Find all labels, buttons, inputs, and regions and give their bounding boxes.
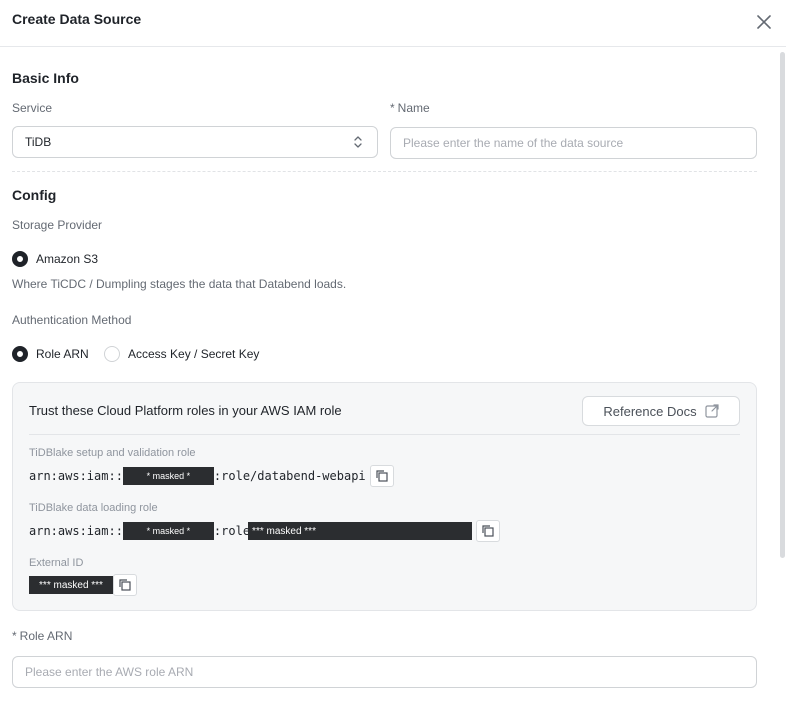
- loading-role-arn: arn:aws:iam:: * masked * :role *** maske…: [29, 520, 501, 542]
- setup-role-arn: arn:aws:iam:: * masked * :role/databend-…: [29, 465, 394, 487]
- radio-role-arn[interactable]: Role ARN: [12, 346, 89, 362]
- required-mark: *: [390, 101, 395, 115]
- name-label-text: Name: [397, 101, 430, 115]
- setup-role-prefix: arn:aws:iam::: [29, 469, 123, 483]
- reference-docs-label: Reference Docs: [603, 403, 697, 419]
- masked-account-id: * masked *: [122, 522, 214, 540]
- required-mark: *: [12, 629, 17, 643]
- service-select-value: TiDB: [25, 135, 52, 149]
- dialog-title: Create Data Source: [12, 11, 142, 27]
- masked-account-id: * masked *: [122, 467, 214, 485]
- auth-method-label: Authentication Method: [12, 313, 132, 327]
- role-arn-label: * Role ARN: [12, 629, 72, 643]
- basic-info-title: Basic Info: [12, 70, 79, 86]
- reference-docs-button[interactable]: Reference Docs: [582, 396, 740, 426]
- radio-amazon-s3-label: Amazon S3: [36, 252, 99, 266]
- trust-panel-title: Trust these Cloud Platform roles in your…: [29, 403, 342, 418]
- section-divider: [12, 171, 757, 172]
- copy-icon[interactable]: [476, 520, 501, 542]
- name-input[interactable]: [390, 127, 757, 159]
- loading-role-label: TiDBlake data loading role: [29, 502, 158, 514]
- radio-access-key[interactable]: Access Key / Secret Key: [104, 346, 259, 362]
- scrollbar[interactable]: [780, 52, 785, 558]
- radio-role-arn-label: Role ARN: [36, 347, 89, 361]
- external-id-label: External ID: [29, 557, 84, 569]
- updown-chevron-icon: [353, 135, 363, 149]
- external-id-value: *** masked ***: [29, 574, 137, 596]
- config-title: Config: [12, 187, 57, 203]
- copy-icon[interactable]: [113, 574, 137, 596]
- copy-icon[interactable]: [369, 465, 394, 487]
- radio-unchecked-icon: [104, 346, 120, 362]
- external-link-icon: [705, 404, 719, 418]
- radio-access-key-label: Access Key / Secret Key: [128, 347, 260, 361]
- service-label: Service: [12, 101, 53, 115]
- loading-role-mid: :role: [213, 524, 251, 538]
- radio-amazon-s3[interactable]: Amazon S3: [12, 251, 98, 267]
- setup-role-label: TiDBlake setup and validation role: [29, 447, 196, 459]
- panel-divider: [29, 434, 740, 435]
- loading-role-prefix: arn:aws:iam::: [29, 524, 123, 538]
- role-arn-input[interactable]: [12, 656, 757, 688]
- name-label: * Name: [390, 101, 430, 115]
- trust-roles-panel: Trust these Cloud Platform roles in your…: [12, 382, 757, 611]
- masked-external-id: *** masked ***: [29, 576, 113, 594]
- masked-role-name: *** masked ***: [248, 522, 473, 540]
- role-arn-label-text: Role ARN: [19, 629, 73, 643]
- setup-role-suffix: :role/databend-webapi: [213, 469, 366, 483]
- dialog-header: Create Data Source: [0, 0, 786, 47]
- radio-checked-icon: [12, 251, 28, 267]
- close-icon[interactable]: [754, 12, 774, 32]
- radio-checked-icon: [12, 346, 28, 362]
- service-select[interactable]: TiDB: [12, 126, 378, 158]
- storage-help-text: Where TiCDC / Dumpling stages the data t…: [12, 277, 347, 291]
- storage-provider-label: Storage Provider: [12, 218, 103, 232]
